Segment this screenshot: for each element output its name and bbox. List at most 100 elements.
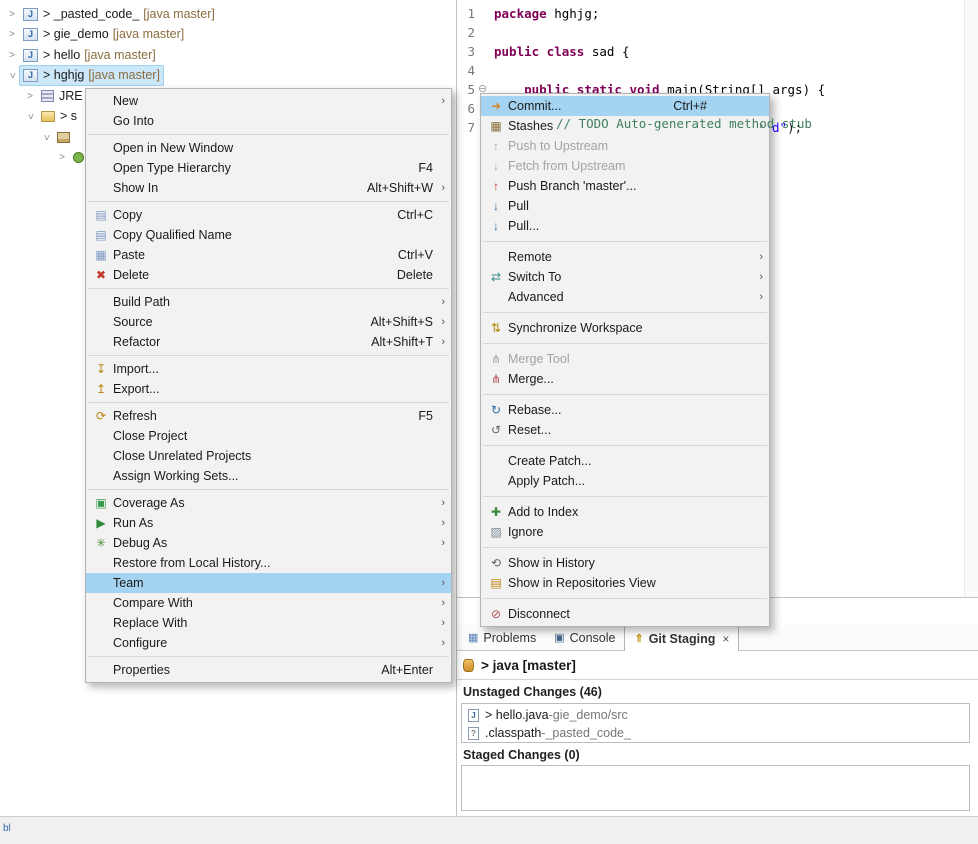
menu-item-label: Advanced	[508, 290, 564, 304]
menu-item-source[interactable]: Source Alt+Shift+S ›	[86, 312, 451, 332]
menu-item-debug-as[interactable]: ✳ Debug As ›	[86, 533, 451, 553]
menu-item-remote[interactable]: Remote ›	[481, 247, 769, 267]
close-tab-icon[interactable]: ×	[722, 632, 729, 646]
menu-item-pull-dialog[interactable]: ↓ Pull...	[481, 216, 769, 236]
merge-icon: ⋔	[490, 372, 502, 386]
tree-item-hello[interactable]: > J > hello [java master]	[4, 45, 159, 65]
menu-item-show-in[interactable]: Show In Alt+Shift+W ›	[86, 178, 451, 198]
menu-item-pull[interactable]: ↓ Pull	[481, 196, 769, 216]
menu-item-close-unrelated-projects[interactable]: Close Unrelated Projects	[86, 446, 451, 466]
unstaged-changes-list: J > hello.java - gie_demo/src ? .classpa…	[461, 703, 970, 743]
menu-item-run-as[interactable]: ▶ Run As ›	[86, 513, 451, 533]
menu-item-export[interactable]: ↥ Export...	[86, 379, 451, 399]
menu-item-switch-to[interactable]: ⇄ Switch To ›	[481, 267, 769, 287]
push-branch-icon: ↑	[493, 179, 499, 193]
menu-item-restore-from-local-history[interactable]: Restore from Local History...	[86, 553, 451, 573]
tree-item-label: > hello [java master]	[43, 48, 156, 62]
menu-item-copy-qualified-name[interactable]: ▤ Copy Qualified Name	[86, 225, 451, 245]
chevron-expanded-icon[interactable]: >	[41, 129, 52, 145]
unstaged-file-row[interactable]: ? .classpath - _pasted_code_	[468, 724, 631, 742]
menu-item-configure[interactable]: Configure ›	[86, 633, 451, 653]
chevron-right-icon[interactable]: >	[4, 9, 20, 20]
menu-item-paste[interactable]: ▦ Paste Ctrl+V	[86, 245, 451, 265]
submenu-arrow-icon: ›	[441, 617, 445, 629]
menu-item-build-path[interactable]: Build Path ›	[86, 292, 451, 312]
tree-item-jre-library[interactable]: > JRE	[22, 86, 86, 106]
menu-item-shortcut: Ctrl+#	[673, 99, 707, 113]
menu-item-rebase[interactable]: ↻ Rebase...	[481, 400, 769, 420]
menu-item-reset[interactable]: ↺ Reset...	[481, 420, 769, 440]
tab-problems[interactable]: ▦ Problems	[459, 625, 545, 650]
java-file-icon: J	[468, 708, 479, 722]
menu-item-refactor[interactable]: Refactor Alt+Shift+T ›	[86, 332, 451, 352]
menu-item-properties[interactable]: Properties Alt+Enter	[86, 660, 451, 680]
menu-item-push-branch-master[interactable]: ↑ Push Branch 'master'...	[481, 176, 769, 196]
menu-item-label: Close Project	[113, 429, 188, 443]
menu-item-import[interactable]: ↧ Import...	[86, 359, 451, 379]
java-package-icon	[57, 131, 70, 143]
chevron-expanded-icon[interactable]: >	[25, 108, 36, 124]
menu-item-label: Switch To	[508, 270, 562, 284]
problems-icon: ▦	[468, 632, 479, 644]
rebase-icon: ↻	[490, 403, 502, 417]
tab-git-staging[interactable]: ⇑ Git Staging ×	[624, 625, 740, 651]
menu-item-disconnect[interactable]: ⊘ Disconnect	[481, 604, 769, 624]
menu-item-label: Merge Tool	[508, 352, 570, 366]
tab-console[interactable]: ▣ Console	[545, 625, 624, 650]
menu-item-apply-patch[interactable]: Apply Patch...	[481, 471, 769, 491]
menu-item-coverage-as[interactable]: ▣ Coverage As ›	[86, 493, 451, 513]
menu-item-commit[interactable]: ➜ Commit... Ctrl+#	[481, 96, 769, 116]
file-path: gie_demo/src	[552, 708, 628, 722]
menu-item-label: Commit...	[508, 99, 562, 113]
menu-item-label: Synchronize Workspace	[508, 321, 643, 335]
menu-item-open-type-hierarchy[interactable]: Open Type Hierarchy F4	[86, 158, 451, 178]
menu-item-new[interactable]: New ›	[86, 91, 451, 111]
chevron-expanded-icon[interactable]: >	[7, 67, 18, 83]
repository-label: > java [master]	[481, 657, 576, 673]
menu-item-go-into[interactable]: Go Into	[86, 111, 451, 131]
chevron-right-icon[interactable]: >	[4, 29, 20, 40]
chevron-right-icon[interactable]: >	[4, 50, 20, 61]
menu-item-advanced[interactable]: Advanced ›	[481, 287, 769, 307]
line-number: 3	[467, 44, 475, 59]
eclipse-window: > J > _pasted_code_ [java master] > J > gie…	[0, 0, 978, 844]
tree-item-hgh​jg-selected[interactable]: > J > hghjg [java master]	[4, 64, 164, 86]
menu-item-add-to-index[interactable]: ✚ Add to Index	[481, 502, 769, 522]
git-repository-icon	[463, 658, 474, 672]
menu-item-assign-working-sets[interactable]: Assign Working Sets...	[86, 466, 451, 486]
chevron-right-icon[interactable]: >	[54, 152, 70, 163]
console-icon: ▣	[554, 632, 565, 644]
tree-item-gie-demo[interactable]: > J > gie_demo [java master]	[4, 24, 187, 44]
menu-item-label: Restore from Local History...	[113, 556, 271, 570]
tree-item-pasted-code[interactable]: > J > _pasted_code_ [java master]	[4, 4, 218, 24]
menu-item-show-in-repositories-view[interactable]: ▤ Show in Repositories View	[481, 573, 769, 593]
line-number: 5	[467, 82, 475, 97]
menu-item-label: Team	[113, 576, 144, 590]
coverage-icon: ▣	[95, 496, 107, 510]
menu-item-show-in-history[interactable]: ⟲ Show in History	[481, 553, 769, 573]
tree-item-package[interactable]: >	[38, 127, 78, 147]
refresh-icon: ⟳	[95, 409, 107, 423]
tab-label: Console	[569, 630, 616, 645]
menu-item-copy[interactable]: ▤ Copy Ctrl+C	[86, 205, 451, 225]
menu-item-replace-with[interactable]: Replace With ›	[86, 613, 451, 633]
menu-item-merge[interactable]: ⋔ Merge...	[481, 369, 769, 389]
editor-overview-ruler[interactable]	[964, 0, 978, 597]
menu-item-refresh[interactable]: ⟳ Refresh F5	[86, 406, 451, 426]
menu-item-delete[interactable]: ✖ Delete Delete	[86, 265, 451, 285]
menu-item-ignore[interactable]: ▨ Ignore	[481, 522, 769, 542]
disconnect-icon: ⊘	[490, 607, 502, 621]
line-number: 2	[467, 25, 475, 40]
menu-item-team[interactable]: Team ›	[86, 573, 451, 593]
chevron-right-icon[interactable]: >	[22, 91, 38, 102]
menu-item-close-project[interactable]: Close Project	[86, 426, 451, 446]
menu-item-shortcut: F4	[418, 161, 433, 175]
menu-item-synchronize-workspace[interactable]: ⇅ Synchronize Workspace	[481, 318, 769, 338]
menu-item-compare-with[interactable]: Compare With ›	[86, 593, 451, 613]
menu-item-label: Disconnect	[508, 607, 570, 621]
menu-item-create-patch[interactable]: Create Patch...	[481, 451, 769, 471]
tree-item-src[interactable]: > > s	[22, 106, 80, 126]
menu-item-open-in-new-window[interactable]: Open in New Window	[86, 138, 451, 158]
line-number: 1	[467, 6, 475, 21]
unstaged-file-row[interactable]: J > hello.java - gie_demo/src	[468, 706, 628, 724]
